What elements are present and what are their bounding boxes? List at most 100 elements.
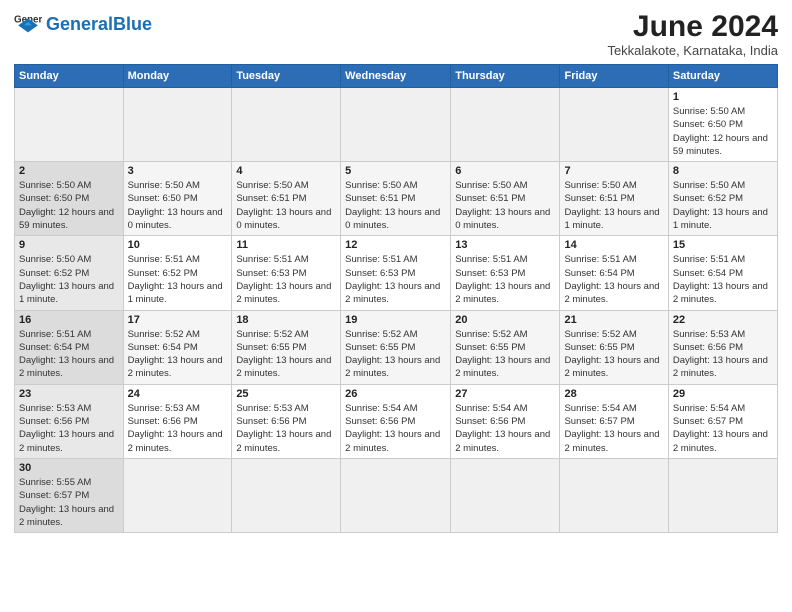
calendar-cell: 23 Sunrise: 5:53 AM Sunset: 6:56 PM Dayli… xyxy=(15,384,124,458)
day-number: 27 xyxy=(455,388,555,400)
calendar-cell xyxy=(15,88,124,162)
day-info: Sunrise: 5:52 AM Sunset: 6:55 PM Dayligh… xyxy=(564,328,663,381)
calendar-cell: 28 Sunrise: 5:54 AM Sunset: 6:57 PM Dayli… xyxy=(560,384,668,458)
day-info: Sunrise: 5:50 AM Sunset: 6:50 PM Dayligh… xyxy=(19,179,119,232)
calendar-cell xyxy=(451,458,560,532)
calendar-cell: 29 Sunrise: 5:54 AM Sunset: 6:57 PM Dayli… xyxy=(668,384,777,458)
calendar-cell: 11 Sunrise: 5:51 AM Sunset: 6:53 PM Dayli… xyxy=(232,236,341,310)
day-info: Sunrise: 5:52 AM Sunset: 6:55 PM Dayligh… xyxy=(345,328,446,381)
weekday-header-sunday: Sunday xyxy=(15,65,124,88)
day-info: Sunrise: 5:51 AM Sunset: 6:53 PM Dayligh… xyxy=(345,253,446,306)
calendar-week-0: 1Sunrise: 5:50 AM Sunset: 6:50 PM Daylig… xyxy=(15,88,778,162)
day-info: Sunrise: 5:54 AM Sunset: 6:57 PM Dayligh… xyxy=(564,402,663,455)
day-number: 9 xyxy=(19,239,119,251)
day-info: Sunrise: 5:52 AM Sunset: 6:54 PM Dayligh… xyxy=(128,328,228,381)
day-number: 2 xyxy=(19,165,119,177)
day-number: 8 xyxy=(673,165,773,177)
day-number: 20 xyxy=(455,314,555,326)
day-info: Sunrise: 5:51 AM Sunset: 6:54 PM Dayligh… xyxy=(673,253,773,306)
calendar-cell xyxy=(560,458,668,532)
calendar-cell: 17 Sunrise: 5:52 AM Sunset: 6:54 PM Dayli… xyxy=(123,310,232,384)
day-number: 25 xyxy=(236,388,336,400)
calendar-week-4: 23 Sunrise: 5:53 AM Sunset: 6:56 PM Dayli… xyxy=(15,384,778,458)
calendar-cell: 30 Sunrise: 5:55 AM Sunset: 6:57 PM Dayli… xyxy=(15,458,124,532)
weekday-header-wednesday: Wednesday xyxy=(341,65,451,88)
day-info: Sunrise: 5:54 AM Sunset: 6:57 PM Dayligh… xyxy=(673,402,773,455)
day-info: Sunrise: 5:50 AM Sunset: 6:52 PM Dayligh… xyxy=(673,179,773,232)
day-number: 12 xyxy=(345,239,446,251)
day-info: Sunrise: 5:51 AM Sunset: 6:54 PM Dayligh… xyxy=(19,328,119,381)
day-number: 19 xyxy=(345,314,446,326)
day-info: Sunrise: 5:51 AM Sunset: 6:54 PM Dayligh… xyxy=(564,253,663,306)
day-info: Sunrise: 5:51 AM Sunset: 6:53 PM Dayligh… xyxy=(236,253,336,306)
day-number: 28 xyxy=(564,388,663,400)
calendar-cell: 27 Sunrise: 5:54 AM Sunset: 6:56 PM Dayli… xyxy=(451,384,560,458)
calendar-cell: 2 Sunrise: 5:50 AM Sunset: 6:50 PM Daylig… xyxy=(15,162,124,236)
calendar-cell: 21Sunrise: 5:52 AM Sunset: 6:55 PM Dayli… xyxy=(560,310,668,384)
logo-blue: Blue xyxy=(113,14,152,34)
calendar-cell: 7 Sunrise: 5:50 AM Sunset: 6:51 PM Daylig… xyxy=(560,162,668,236)
day-number: 6 xyxy=(455,165,555,177)
calendar-cell: 1Sunrise: 5:50 AM Sunset: 6:50 PM Daylig… xyxy=(668,88,777,162)
day-number: 10 xyxy=(128,239,228,251)
day-info: Sunrise: 5:54 AM Sunset: 6:56 PM Dayligh… xyxy=(455,402,555,455)
day-number: 11 xyxy=(236,239,336,251)
weekday-header-friday: Friday xyxy=(560,65,668,88)
calendar-cell: 13 Sunrise: 5:51 AM Sunset: 6:53 PM Dayli… xyxy=(451,236,560,310)
day-info: Sunrise: 5:52 AM Sunset: 6:55 PM Dayligh… xyxy=(236,328,336,381)
day-number: 13 xyxy=(455,239,555,251)
day-number: 5 xyxy=(345,165,446,177)
calendar-week-3: 16 Sunrise: 5:51 AM Sunset: 6:54 PM Dayli… xyxy=(15,310,778,384)
day-info: Sunrise: 5:50 AM Sunset: 6:52 PM Dayligh… xyxy=(19,253,119,306)
weekday-header-monday: Monday xyxy=(123,65,232,88)
day-number: 16 xyxy=(19,314,119,326)
subtitle: Tekkalakote, Karnataka, India xyxy=(607,43,778,58)
calendar-cell xyxy=(232,458,341,532)
weekday-header-tuesday: Tuesday xyxy=(232,65,341,88)
day-info: Sunrise: 5:50 AM Sunset: 6:51 PM Dayligh… xyxy=(455,179,555,232)
day-number: 26 xyxy=(345,388,446,400)
day-number: 7 xyxy=(564,165,663,177)
day-info: Sunrise: 5:50 AM Sunset: 6:51 PM Dayligh… xyxy=(564,179,663,232)
month-title: June 2024 xyxy=(607,10,778,43)
day-number: 24 xyxy=(128,388,228,400)
calendar-cell xyxy=(123,458,232,532)
calendar-week-1: 2 Sunrise: 5:50 AM Sunset: 6:50 PM Daylig… xyxy=(15,162,778,236)
calendar-header: SundayMondayTuesdayWednesdayThursdayFrid… xyxy=(15,65,778,88)
day-info: Sunrise: 5:55 AM Sunset: 6:57 PM Dayligh… xyxy=(19,476,119,529)
weekday-header-saturday: Saturday xyxy=(668,65,777,88)
calendar-cell: 5 Sunrise: 5:50 AM Sunset: 6:51 PM Daylig… xyxy=(341,162,451,236)
day-number: 22 xyxy=(673,314,773,326)
day-number: 15 xyxy=(673,239,773,251)
day-number: 23 xyxy=(19,388,119,400)
calendar-cell: 10Sunrise: 5:51 AM Sunset: 6:52 PM Dayli… xyxy=(123,236,232,310)
day-number: 14 xyxy=(564,239,663,251)
calendar-cell xyxy=(123,88,232,162)
day-info: Sunrise: 5:54 AM Sunset: 6:56 PM Dayligh… xyxy=(345,402,446,455)
header: General GeneralBlue June 2024 Tekkalakot… xyxy=(14,10,778,58)
calendar-cell: 9 Sunrise: 5:50 AM Sunset: 6:52 PM Daylig… xyxy=(15,236,124,310)
calendar: SundayMondayTuesdayWednesdayThursdayFrid… xyxy=(14,64,778,533)
day-info: Sunrise: 5:50 AM Sunset: 6:51 PM Dayligh… xyxy=(345,179,446,232)
day-info: Sunrise: 5:50 AM Sunset: 6:50 PM Dayligh… xyxy=(673,105,773,158)
day-number: 3 xyxy=(128,165,228,177)
day-info: Sunrise: 5:51 AM Sunset: 6:53 PM Dayligh… xyxy=(455,253,555,306)
day-info: Sunrise: 5:50 AM Sunset: 6:50 PM Dayligh… xyxy=(128,179,228,232)
day-number: 17 xyxy=(128,314,228,326)
calendar-cell: 24Sunrise: 5:53 AM Sunset: 6:56 PM Dayli… xyxy=(123,384,232,458)
day-info: Sunrise: 5:53 AM Sunset: 6:56 PM Dayligh… xyxy=(19,402,119,455)
calendar-cell: 22Sunrise: 5:53 AM Sunset: 6:56 PM Dayli… xyxy=(668,310,777,384)
calendar-week-2: 9 Sunrise: 5:50 AM Sunset: 6:52 PM Daylig… xyxy=(15,236,778,310)
calendar-cell xyxy=(341,458,451,532)
calendar-cell: 26 Sunrise: 5:54 AM Sunset: 6:56 PM Dayli… xyxy=(341,384,451,458)
calendar-cell xyxy=(451,88,560,162)
calendar-cell xyxy=(668,458,777,532)
day-number: 29 xyxy=(673,388,773,400)
calendar-body: 1Sunrise: 5:50 AM Sunset: 6:50 PM Daylig… xyxy=(15,88,778,533)
day-info: Sunrise: 5:52 AM Sunset: 6:55 PM Dayligh… xyxy=(455,328,555,381)
calendar-cell: 15 Sunrise: 5:51 AM Sunset: 6:54 PM Dayli… xyxy=(668,236,777,310)
calendar-cell xyxy=(232,88,341,162)
calendar-cell: 25Sunrise: 5:53 AM Sunset: 6:56 PM Dayli… xyxy=(232,384,341,458)
calendar-cell: 16 Sunrise: 5:51 AM Sunset: 6:54 PM Dayli… xyxy=(15,310,124,384)
day-number: 30 xyxy=(19,462,119,474)
